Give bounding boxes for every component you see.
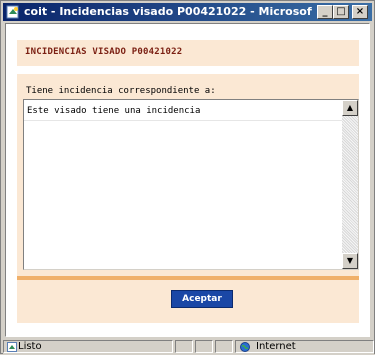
page-title: INCIDENCIAS VISADO P00421022	[25, 47, 183, 57]
globe-icon	[240, 342, 250, 352]
scroll-up-button[interactable]: ▲	[342, 100, 358, 116]
incidence-prompt: Tiene incidencia correspondiente a:	[26, 86, 216, 96]
status-panel: Listo	[3, 340, 173, 353]
divider	[17, 276, 359, 280]
minimize-button[interactable]: _	[317, 5, 333, 19]
ie-popup-window: coit - Incidencias visado P00421022 - Mi…	[0, 0, 375, 354]
security-zone[interactable]: Internet	[235, 340, 374, 353]
status-bar: Listo Internet	[3, 339, 374, 354]
list-item[interactable]: Este visado tiene una incidencia	[27, 106, 200, 116]
maximize-button[interactable]: □	[333, 5, 349, 19]
scroll-down-button[interactable]: ▼	[342, 253, 358, 269]
title-bar[interactable]: coit - Incidencias visado P00421022 - Mi…	[3, 3, 372, 21]
ie-page-icon	[6, 5, 20, 19]
zone-label: Internet	[256, 341, 296, 352]
status-segment	[195, 340, 213, 353]
header-band: INCIDENCIAS VISADO P00421022	[17, 40, 359, 66]
window-title: coit - Incidencias visado P00421022 - Mi…	[24, 5, 312, 18]
status-segment	[175, 340, 193, 353]
incidence-listbox[interactable]: Este visado tiene una incidencia ▲ ▼	[23, 99, 359, 270]
vertical-scrollbar[interactable]: ▲ ▼	[342, 100, 358, 269]
accept-button[interactable]: Aceptar	[171, 290, 233, 308]
ie-page-icon	[7, 342, 17, 352]
status-text: Listo	[18, 341, 42, 352]
form-panel: Tiene incidencia correspondiente a: Este…	[17, 74, 359, 323]
close-button[interactable]: ×	[352, 5, 368, 19]
status-segment	[215, 340, 233, 353]
list-divider	[24, 120, 342, 121]
page-content: INCIDENCIAS VISADO P00421022 Tiene incid…	[5, 23, 370, 337]
